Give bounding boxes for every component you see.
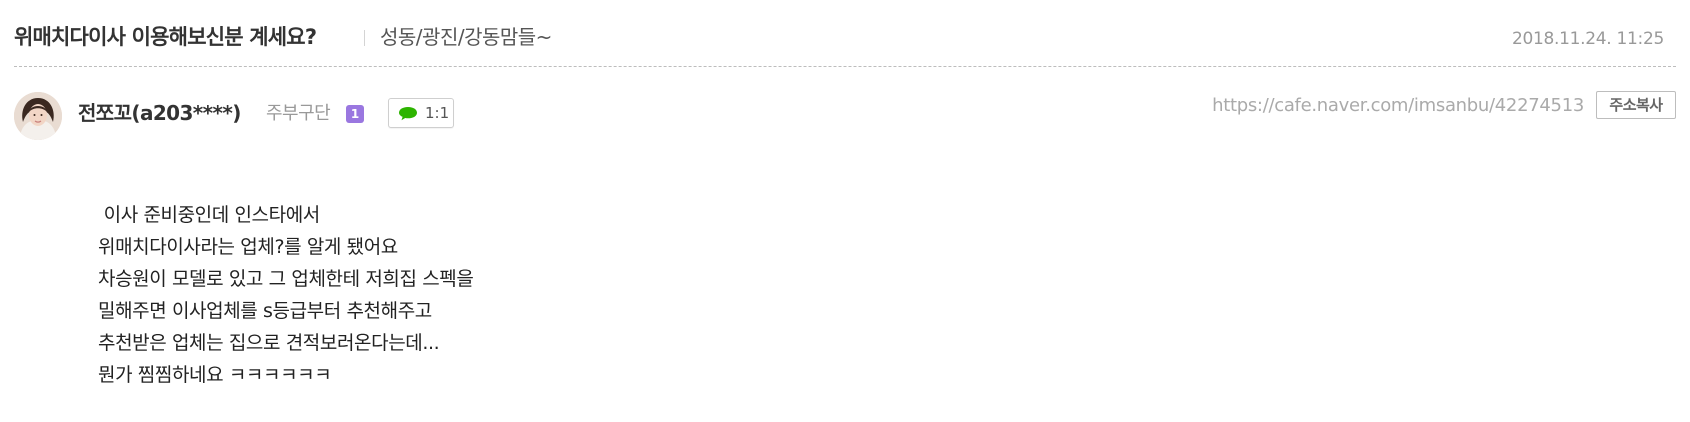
board-link[interactable]: 성동/광진/강동맘들~	[380, 22, 552, 52]
avatar-photo-icon	[14, 92, 62, 140]
post-url[interactable]: https://cafe.naver.com/imsanbu/42274513	[1212, 93, 1584, 119]
content-line: 추천받은 업체는 집으로 견적보러온다는데...	[98, 332, 440, 354]
header-divider	[14, 66, 1676, 67]
content-line: 차승원이 모델로 있고 그 업체한테 저희집 스펙을	[98, 268, 474, 290]
post-header: 위매치다이사 이용해보신분 계세요? 성동/광진/강동맘들~ 2018.11.2…	[14, 22, 1676, 52]
chat-label: 1:1	[425, 104, 450, 122]
content-line: 이사 준비중인데 인스타에서	[98, 204, 321, 226]
title-divider	[364, 30, 365, 46]
content-line: 밀해주면 이사업체를 s등급부터 추천해주고	[98, 300, 432, 322]
post-date: 2018.11.24. 11:25	[1511, 29, 1664, 49]
content-line: 뭔가 찜찜하네요 ㅋㅋㅋㅋㅋㅋ	[98, 364, 332, 386]
post-content: 이사 준비중인데 인스타에서 위매치다이사라는 업체?를 알게 됐어요 차승원이…	[98, 199, 474, 391]
copy-url-button[interactable]: 주소복사	[1596, 91, 1676, 119]
author-grade: 주부구단	[266, 103, 331, 124]
chat-button[interactable]: 1:1	[388, 98, 454, 128]
level-badge: 1	[346, 105, 364, 123]
chat-bubble-icon	[398, 106, 418, 125]
content-line: 위매치다이사라는 업체?를 알게 됐어요	[98, 236, 398, 258]
author-nickname[interactable]: 전쪼꼬(a203****)	[78, 100, 241, 126]
post-title: 위매치다이사 이용해보신분 계세요?	[14, 25, 317, 49]
avatar[interactable]	[14, 92, 62, 140]
